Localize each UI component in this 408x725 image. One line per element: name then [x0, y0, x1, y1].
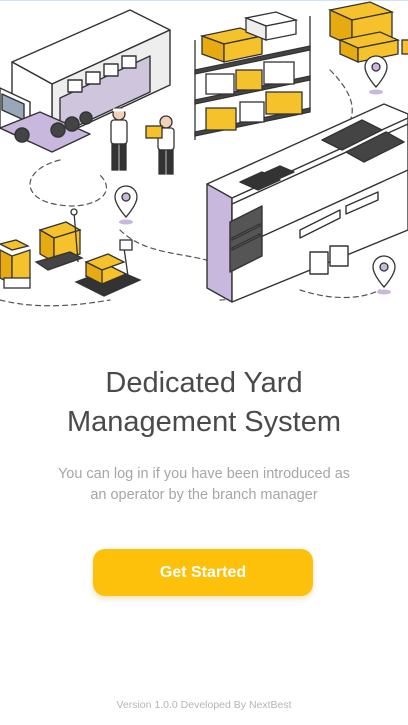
- worker-figure-right: [145, 115, 175, 175]
- location-pin-icon: [364, 55, 388, 95]
- pallet-jack-icon: [34, 208, 84, 271]
- box-stack-icon: [0, 239, 31, 289]
- version-footer: Version 1.0.0 Developed By NextBest: [116, 699, 292, 711]
- truck-icon: [0, 9, 171, 153]
- box-stack-icon: [327, 1, 408, 64]
- description-text: You can log in if you have been introduc…: [57, 466, 351, 503]
- worker-figure-left: [110, 107, 128, 171]
- get-started-button[interactable]: Get Started: [93, 549, 313, 596]
- location-pin-icon: [372, 255, 396, 295]
- warehouse-illustration: [0, 1, 408, 307]
- scale-icon: [74, 239, 142, 297]
- page-title-line-2: Management System: [66, 406, 341, 438]
- page-title-line-1: Dedicated Yard: [105, 367, 303, 399]
- page-title: Dedicated Yard Management System: [0, 364, 408, 442]
- shelf-icon: [194, 11, 311, 140]
- location-pin-icon: [114, 185, 138, 225]
